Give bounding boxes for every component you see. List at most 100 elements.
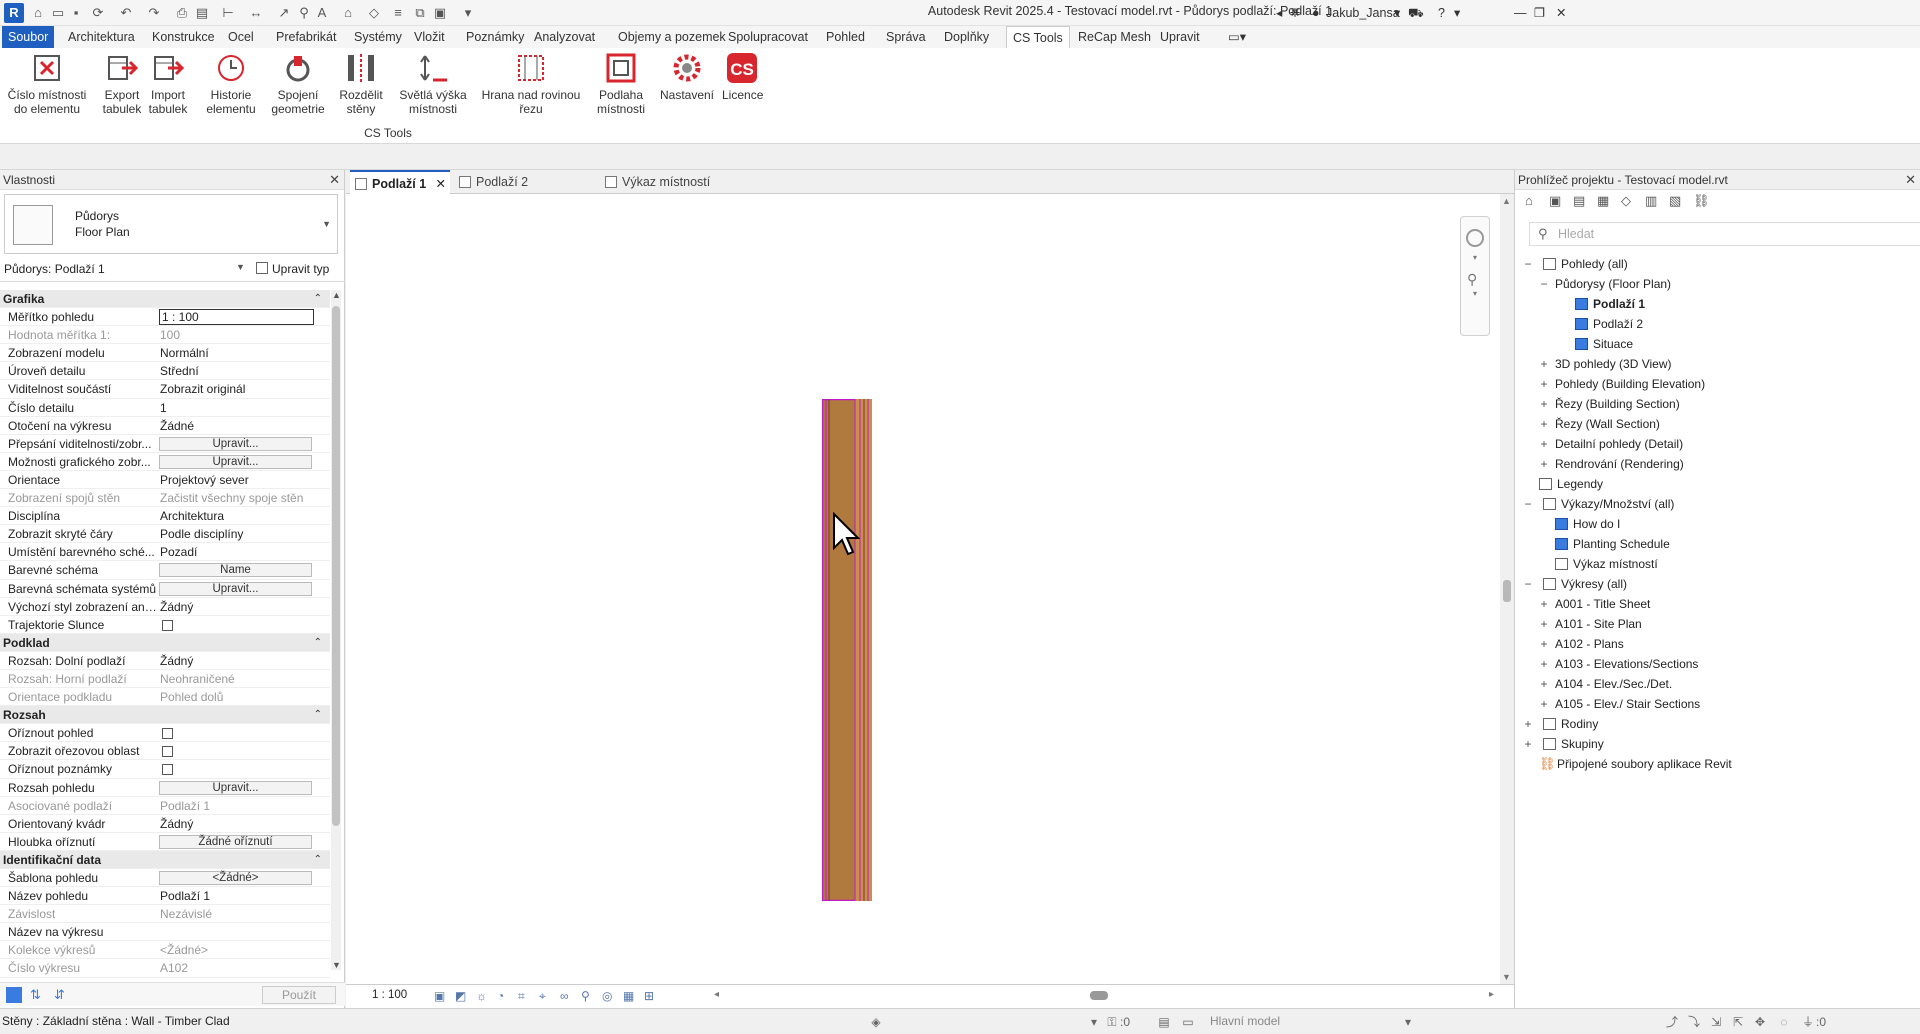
tab-prefabrikat[interactable]: Prefabrikát: [270, 26, 342, 48]
browser-search[interactable]: ⚲ Hledat: [1529, 222, 1920, 246]
property-button[interactable]: Name: [159, 563, 312, 578]
property-checkbox[interactable]: [162, 764, 173, 776]
redo-icon[interactable]: ↷: [146, 5, 162, 21]
scroll-thumb[interactable]: [1090, 991, 1108, 1000]
property-checkbox[interactable]: [162, 728, 173, 740]
scroll-left-icon[interactable]: ◂: [714, 989, 719, 1000]
detail-level-icon[interactable]: ▣: [434, 989, 445, 1003]
tree-node-a103-elevations-sections[interactable]: + A103 - Elevations/Sections: [1515, 654, 1920, 674]
section-icon[interactable]: ◇: [366, 5, 382, 21]
tree-node-a104-elev-sec-det[interactable]: + A104 - Elev./Sec./Det.: [1515, 674, 1920, 694]
chevron-down-icon[interactable]: ▾: [1400, 1014, 1416, 1030]
filter-icon[interactable]: ⏚: [1800, 1014, 1816, 1030]
tree-node-podlazi-1[interactable]: Podlaží 1: [1515, 294, 1920, 314]
tree-node-pudorysy-floor-plan[interactable]: − Půdorysy (Floor Plan): [1515, 274, 1920, 294]
close-icon[interactable]: ✕: [1556, 5, 1566, 21]
properties-help-icon[interactable]: [6, 987, 22, 1003]
tree-node-situace[interactable]: Situace: [1515, 334, 1920, 354]
expand-icon[interactable]: +: [1539, 614, 1549, 634]
shadows-icon[interactable]: ◔: [497, 989, 504, 1003]
browser-3d-icon[interactable]: ▣: [1549, 193, 1561, 209]
crop-view-icon[interactable]: ⌗: [518, 989, 525, 1004]
property-button[interactable]: Upravit...: [159, 581, 312, 596]
undo-icon[interactable]: ↶: [118, 5, 134, 21]
collapse-icon[interactable]: −: [1539, 274, 1549, 294]
scroll-up-icon[interactable]: ▲: [1502, 196, 1511, 206]
tree-node-skupiny[interactable]: + Skupiny: [1515, 734, 1920, 754]
tab-architektura[interactable]: Architektura: [62, 26, 141, 48]
property-value[interactable]: Zobrazit originál: [160, 380, 312, 398]
text-icon[interactable]: A: [314, 5, 330, 21]
tool-licence[interactable]: CS Licence: [722, 52, 763, 102]
drag-elements-icon[interactable]: ✥: [1752, 1014, 1768, 1030]
tab-upravit[interactable]: Upravit: [1154, 26, 1206, 48]
switch-windows-icon[interactable]: ▣: [432, 5, 448, 21]
chevron-down-icon[interactable]: ▾: [1086, 1014, 1102, 1030]
expand-icon[interactable]: +: [1523, 734, 1533, 754]
revit-logo-icon[interactable]: R: [4, 3, 24, 23]
view-canvas[interactable]: ▾ ⚲ ▾: [346, 194, 1500, 984]
property-button[interactable]: Upravit...: [159, 436, 312, 451]
steering-wheel-icon[interactable]: [1466, 229, 1484, 247]
property-value[interactable]: Architektura: [160, 507, 312, 525]
tab-vlozit[interactable]: Vložit: [408, 26, 451, 48]
tool-export-tabulek[interactable]: Export tabulek: [100, 52, 144, 116]
expand-icon[interactable]: +: [1539, 674, 1549, 694]
properties-scrollbar[interactable]: ▲ ▼: [331, 290, 341, 970]
browser-sheets-icon[interactable]: ▤: [1573, 193, 1585, 209]
close-icon[interactable]: ✕: [1905, 170, 1916, 190]
open-icon[interactable]: ▭: [50, 5, 66, 21]
help-icon[interactable]: ?: [1438, 5, 1445, 21]
print-icon[interactable]: ⎙: [174, 5, 190, 21]
user-name[interactable]: Jakub_Jansa: [1326, 5, 1400, 21]
scroll-thumb[interactable]: [1503, 580, 1511, 602]
close-tab-icon[interactable]: ✕: [436, 172, 446, 196]
analytical-model-icon[interactable]: ⊞: [644, 989, 654, 1003]
property-value[interactable]: Normální: [160, 344, 312, 362]
tree-node-3d-pohledy-3d-view[interactable]: +3D pohledy (3D View): [1515, 354, 1920, 374]
property-value[interactable]: Žádný: [160, 598, 312, 616]
reveal-hidden-icon[interactable]: ◎: [602, 989, 612, 1003]
collapse-icon[interactable]: ⌃: [314, 706, 322, 724]
tag-all-icon[interactable]: ⚲: [296, 5, 312, 21]
expand-icon[interactable]: +: [1539, 434, 1549, 454]
tree-node-podlazi-2[interactable]: Podlaží 2: [1515, 314, 1920, 334]
expand-icon[interactable]: +: [1539, 454, 1549, 474]
property-value[interactable]: Střední: [160, 362, 312, 380]
property-button[interactable]: Upravit...: [159, 454, 312, 469]
scroll-right-icon[interactable]: ▸: [1489, 989, 1494, 1000]
scroll-up-icon[interactable]: ▲: [332, 290, 341, 300]
expand-icon[interactable]: +: [1539, 694, 1549, 714]
home-icon[interactable]: ⌂: [30, 5, 46, 21]
tab-konstrukce[interactable]: Konstrukce: [146, 26, 221, 48]
chevron-down-icon[interactable]: ▾: [1473, 253, 1477, 262]
tree-node-planting-schedule[interactable]: Planting Schedule: [1515, 534, 1920, 554]
section-grafika[interactable]: Grafika ⌃: [0, 290, 330, 309]
view-tab-podlazi-2[interactable]: Podlaží 2: [454, 170, 564, 194]
expand-icon[interactable]: +: [1539, 394, 1549, 414]
tool-rozdelit-steny[interactable]: Rozdělit stěny: [336, 52, 386, 116]
browser-legends-icon[interactable]: ▧: [1669, 193, 1681, 209]
close-hidden-icon[interactable]: ⧉: [412, 5, 428, 21]
tree-node-pohledy-building-elevation[interactable]: + Pohledy (Building Elevation): [1515, 374, 1920, 394]
chevron-down-icon[interactable]: ▾: [1473, 289, 1477, 298]
tree-node-rendrovani-rendering[interactable]: + Rendrování (Rendering): [1515, 454, 1920, 474]
tag-icon[interactable]: ↗: [276, 5, 292, 21]
filter-icon[interactable]: ⇵: [54, 987, 65, 1003]
sheet-icon[interactable]: ▤: [194, 5, 210, 21]
save-icon[interactable]: ▪: [68, 5, 84, 21]
visual-style-icon[interactable]: ◩: [455, 989, 466, 1003]
user-icon[interactable]: ●: [1312, 5, 1320, 21]
tab-ocel[interactable]: Ocel: [222, 26, 260, 48]
section-rozsah[interactable]: Rozsah ⌃: [0, 706, 330, 725]
tree-node-pripojene-soubory-aplikace-revit[interactable]: ⛓ Připojené soubory aplikace Revit: [1515, 754, 1920, 774]
section-podklad[interactable]: Podklad ⌃: [0, 633, 330, 652]
browser-families-icon[interactable]: ◇: [1621, 193, 1631, 209]
tool-historie-elementu[interactable]: Historie elementu: [204, 52, 258, 116]
scroll-down-icon[interactable]: ▼: [332, 960, 341, 970]
view-scale[interactable]: 1 : 100: [372, 989, 407, 1001]
expand-icon[interactable]: +: [1539, 654, 1549, 674]
worksharing-icon[interactable]: ◈: [868, 1014, 884, 1030]
expand-icon[interactable]: +: [1523, 714, 1533, 734]
main-model-select[interactable]: Hlavní model: [1210, 1014, 1280, 1028]
